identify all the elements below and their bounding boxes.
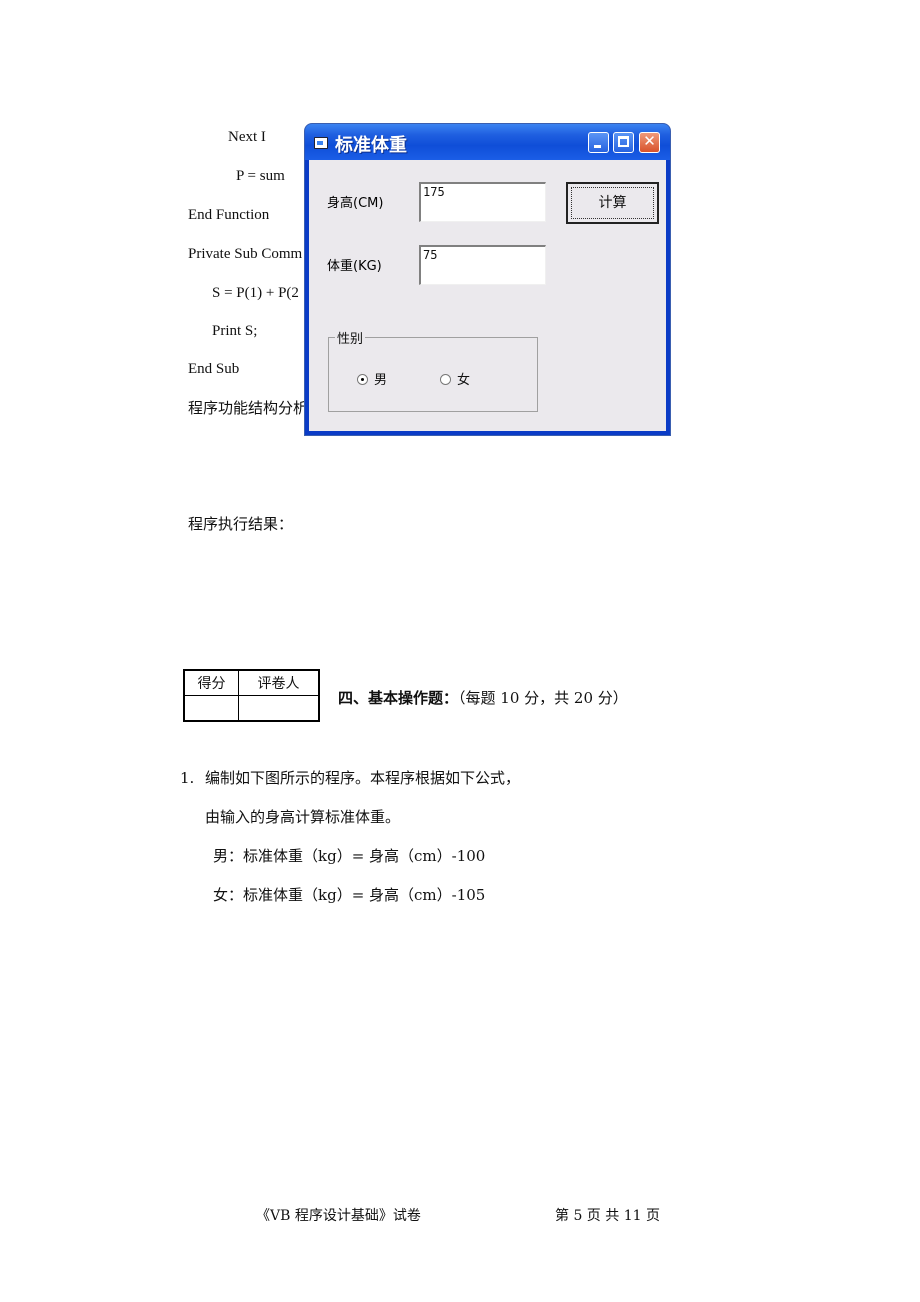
score-cell [183,695,240,722]
code-line: Print S; [212,323,258,339]
result-label: 程序执行结果： [188,515,294,533]
weight-input[interactable]: 75 [419,245,546,285]
code-line: End Sub [188,361,240,377]
section-heading: 四、基本操作题：（每题 10 分，共 20 分） [338,687,628,708]
minimize-button[interactable] [588,132,609,153]
radio-male-label: 男 [374,373,388,388]
code-line: Next I [228,129,266,145]
analysis-label: 程序功能结构分析 [188,399,309,417]
page-number: 第 5 页 共 11 页 [555,1208,660,1224]
code-line: P = sum [236,168,285,184]
footer-title: 《VB 程序设计基础》试卷 [256,1208,421,1224]
calculate-button[interactable]: 计算 [566,182,659,224]
gender-frame: 性别 男 女 [328,328,538,412]
height-input[interactable]: 175 [419,182,546,222]
grader-cell [238,695,320,722]
gender-frame-label: 性别 [335,328,366,347]
radio-female-label: 女 [457,373,471,388]
code-line: End Function [188,207,270,223]
maximize-button[interactable] [613,132,634,153]
radio-male[interactable]: 男 [357,369,387,388]
standard-weight-window: 标准体重 ✕ 身高(CM) 175 计算 体重(KG) 75 性别 男 女 [305,124,670,435]
height-label: 身高(CM) [327,196,384,211]
code-line: S = P(1) + P(2 [212,285,299,301]
title-bar[interactable]: 标准体重 ✕ [305,124,670,160]
radio-selected-icon [357,374,368,385]
score-table: 得分 评卷人 [183,669,320,722]
close-button[interactable]: ✕ [639,132,660,153]
maximize-icon [618,136,629,147]
score-header: 得分 [183,669,240,696]
radio-female[interactable]: 女 [440,369,470,388]
section-title: 四、基本操作题： [338,689,459,707]
question-number: 1. [180,769,195,787]
code-line: Private Sub Comm [188,246,303,262]
formula-female: 女：标准体重（kg）= 身高（cm）-105 [213,886,486,904]
minimize-icon [594,145,601,148]
section-note: （每题 10 分，共 20 分） [458,689,628,707]
grader-header: 评卷人 [238,669,320,696]
close-icon: ✕ [643,132,656,150]
window-title: 标准体重 [335,135,407,156]
radio-unselected-icon [440,374,451,385]
weight-label: 体重(KG) [327,259,382,274]
question-line: 编制如下图所示的程序。本程序根据如下公式， [205,769,521,787]
focus-rect [571,187,654,219]
question-line: 由输入的身高计算标准体重。 [205,808,401,826]
form-client-area: 身高(CM) 175 计算 体重(KG) 75 性别 男 女 [309,160,666,431]
form-icon [314,137,328,149]
formula-male: 男：标准体重（kg）= 身高（cm）-100 [213,847,486,865]
